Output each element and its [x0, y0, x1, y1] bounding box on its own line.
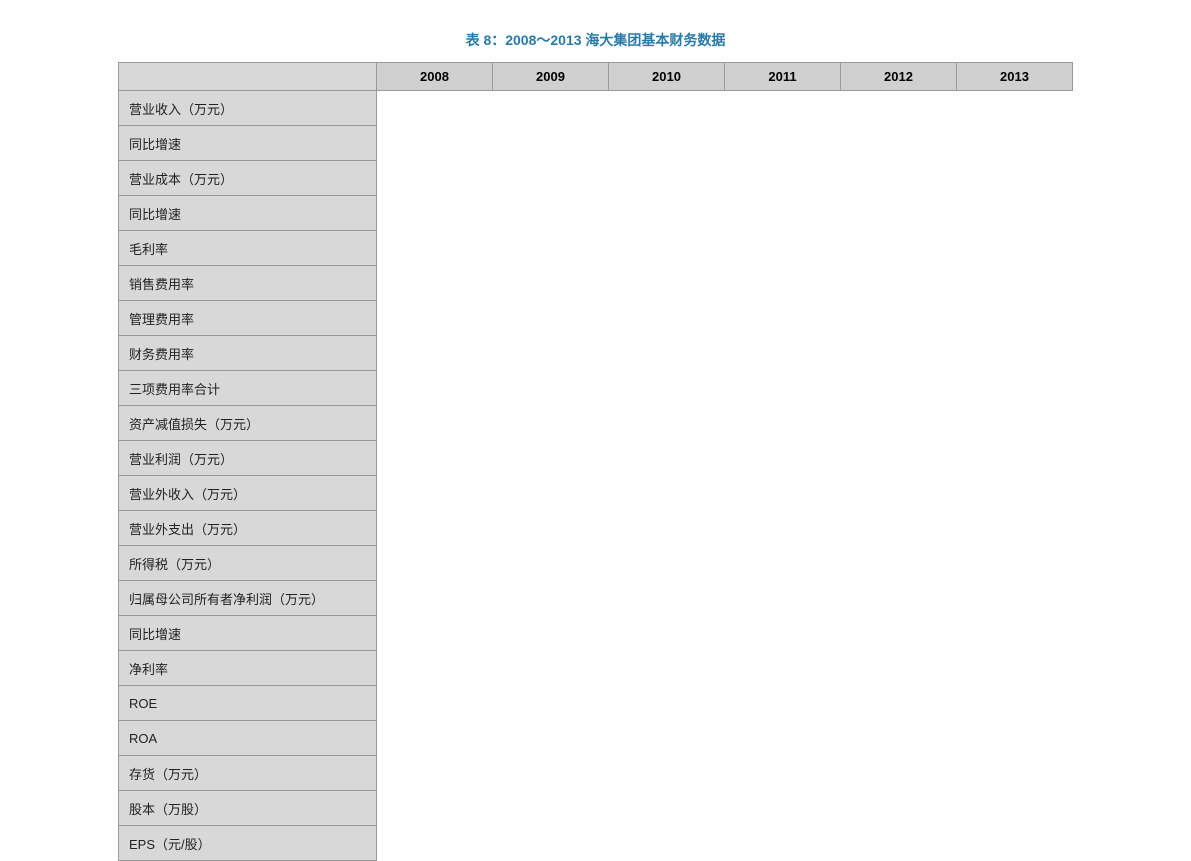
header-year: 2008 [377, 63, 493, 91]
row-label: 三项费用率合计 [119, 371, 377, 406]
table-row: 存货（万元） [119, 756, 1073, 791]
row-label: 毛利率 [119, 231, 377, 266]
table-row: 同比增速 [119, 196, 1073, 231]
row-label: 同比增速 [119, 616, 377, 651]
table-row: 资产减值损失（万元） [119, 406, 1073, 441]
table-row: 股本（万股） [119, 791, 1073, 826]
header-year: 2010 [609, 63, 725, 91]
header-year: 2012 [841, 63, 957, 91]
table-row: 毛利率 [119, 231, 1073, 266]
header-year: 2009 [493, 63, 609, 91]
row-label: 营业外收入（万元） [119, 476, 377, 511]
table-row: 财务费用率 [119, 336, 1073, 371]
table-row: ROA [119, 721, 1073, 756]
table-row: ROE [119, 686, 1073, 721]
table-row: 管理费用率 [119, 301, 1073, 336]
table-container: 2008 2009 2010 2011 2012 2013 营业收入（万元）同比… [0, 62, 1191, 861]
table-row: 净利率 [119, 651, 1073, 686]
row-label: ROA [119, 721, 377, 756]
row-label: 营业成本（万元） [119, 161, 377, 196]
table-row: 营业成本（万元） [119, 161, 1073, 196]
table-row: 营业收入（万元） [119, 91, 1073, 126]
header-year: 2013 [957, 63, 1073, 91]
table-row: 三项费用率合计 [119, 371, 1073, 406]
row-label: 财务费用率 [119, 336, 377, 371]
row-label: 营业利润（万元） [119, 441, 377, 476]
row-label: EPS（元/股） [119, 826, 377, 861]
table-row: 归属母公司所有者净利润（万元） [119, 581, 1073, 616]
row-label: 存货（万元） [119, 756, 377, 791]
row-label: 所得税（万元） [119, 546, 377, 581]
table-row: 所得税（万元） [119, 546, 1073, 581]
table-row: 同比增速 [119, 126, 1073, 161]
header-year: 2011 [725, 63, 841, 91]
row-label: 同比增速 [119, 196, 377, 231]
row-label: 同比增速 [119, 126, 377, 161]
row-label: ROE [119, 686, 377, 721]
table-row: 营业利润（万元） [119, 441, 1073, 476]
table-title: 表 8：2008～2013 海大集团基本财务数据 [0, 30, 1191, 50]
row-label: 营业外支出（万元） [119, 511, 377, 546]
row-label: 股本（万股） [119, 791, 377, 826]
header-corner [119, 63, 377, 91]
table-row: 同比增速 [119, 616, 1073, 651]
row-label: 销售费用率 [119, 266, 377, 301]
row-label: 归属母公司所有者净利润（万元） [119, 581, 377, 616]
row-label: 管理费用率 [119, 301, 377, 336]
table-row: 销售费用率 [119, 266, 1073, 301]
table-row: 营业外支出（万元） [119, 511, 1073, 546]
table-row: EPS（元/股） [119, 826, 1073, 861]
row-label: 营业收入（万元） [119, 91, 377, 126]
row-label: 净利率 [119, 651, 377, 686]
financial-table: 2008 2009 2010 2011 2012 2013 营业收入（万元）同比… [118, 62, 1073, 861]
table-row: 营业外收入（万元） [119, 476, 1073, 511]
row-label: 资产减值损失（万元） [119, 406, 377, 441]
